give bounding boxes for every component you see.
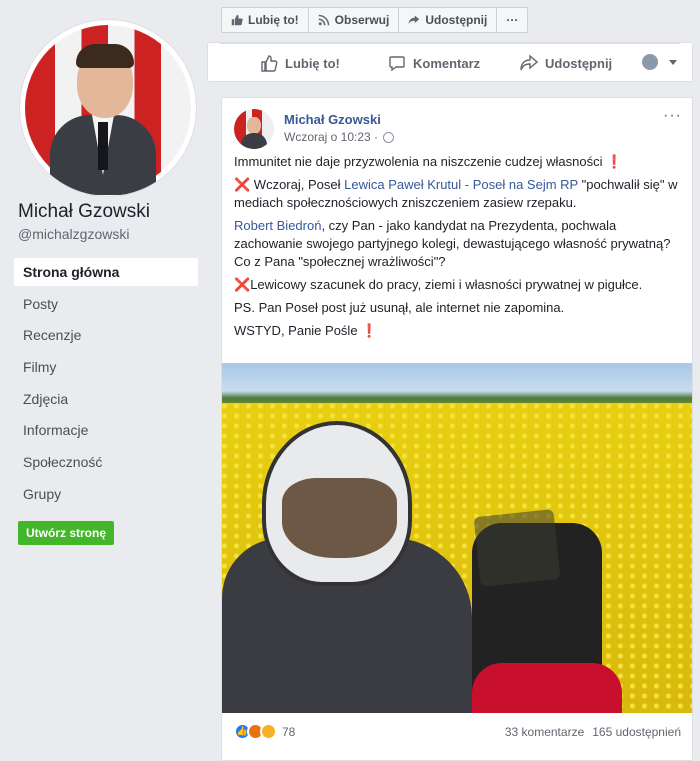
- share-count-link[interactable]: 165 udostępnień: [592, 725, 681, 739]
- exclamation-icon: ❗: [361, 323, 378, 338]
- post-text-line: Immunitet nie daje przyzwolenia na niszc…: [234, 154, 607, 169]
- post-avatar-face: [247, 117, 261, 134]
- cross-mark-icon: ❌: [234, 277, 251, 292]
- toolbar-follow-button[interactable]: Obserwuj: [309, 8, 400, 32]
- post-text-line: Wczoraj, Poseł: [250, 177, 345, 192]
- post-paragraph: Robert Biedroń, czy Pan - jako kandydat …: [234, 217, 682, 271]
- left-column: Michał Gzowski @michalzgzowski Strona gł…: [0, 0, 207, 761]
- toolbar-more-button[interactable]: ···: [497, 8, 527, 32]
- exclamation-icon: ❗: [606, 154, 623, 169]
- avatar-hair: [76, 44, 134, 68]
- photo-motorcycle-tank: [472, 663, 622, 713]
- reaction-summary[interactable]: 👍 78: [234, 723, 295, 740]
- share-arrow-icon: [409, 15, 420, 25]
- like-thumb-icon: [261, 55, 278, 72]
- caret-down-icon: [669, 59, 677, 65]
- profile-handle[interactable]: @michalzgzowski: [18, 226, 129, 242]
- comment-count-link[interactable]: 33 komentarze: [505, 725, 584, 739]
- action-like-button[interactable]: Lubię to!: [260, 54, 340, 72]
- post-as-selector[interactable]: [642, 54, 677, 70]
- post-counts: 33 komentarze 165 udostępnień: [505, 725, 681, 739]
- post-card: Michał Gzowski Wczoraj o 10:23 · ··· Imm…: [221, 97, 693, 761]
- nav-item-home[interactable]: Strona główna: [14, 258, 198, 286]
- nav-item-reviews[interactable]: Recenzje: [14, 321, 198, 349]
- nav-item-videos[interactable]: Filmy: [14, 353, 198, 381]
- action-share-button[interactable]: Udostępnij: [520, 54, 612, 72]
- post-text-line: Lewicowy szacunek do pracy, ziemi i włas…: [250, 277, 643, 292]
- reaction-count: 78: [282, 724, 296, 739]
- photo-windshield: [473, 509, 561, 587]
- post-timestamp[interactable]: Wczoraj o 10:23 ·: [284, 130, 395, 144]
- mention-link[interactable]: Robert Biedroń: [234, 218, 321, 233]
- nav-item-community[interactable]: Społeczność: [14, 448, 198, 476]
- post-paragraph: WSTYD, Panie Pośle ❗: [234, 322, 682, 340]
- profile-avatar[interactable]: [20, 20, 196, 196]
- page-nav: Strona główna Posty Recenzje Filmy Zdjęc…: [14, 258, 198, 512]
- globe-icon: [383, 131, 395, 143]
- cross-mark-icon: ❌: [234, 177, 251, 192]
- nav-item-photos[interactable]: Zdjęcia: [14, 385, 198, 413]
- create-page-button[interactable]: Utwórz stronę: [18, 521, 115, 545]
- mention-link[interactable]: Lewica Paweł Krutul - Poseł na Sejm RP: [344, 177, 578, 192]
- toolbar-share-button[interactable]: Udostępnij: [399, 8, 498, 32]
- post-text-line: WSTYD, Panie Pośle: [234, 323, 362, 338]
- nav-item-posts[interactable]: Posty: [14, 290, 198, 318]
- toolbar-follow-label: Obserwuj: [334, 13, 390, 27]
- action-like-label: Lubię to!: [285, 55, 340, 71]
- post-paragraph: Immunitet nie daje przyzwolenia na niszc…: [234, 153, 682, 171]
- rss-icon: [318, 14, 329, 26]
- toolbar-like-button[interactable]: Lubię to!: [222, 8, 309, 32]
- post-photo[interactable]: [222, 363, 692, 713]
- action-comment-label: Komentarz: [413, 55, 481, 71]
- toolbar-share-label: Udostępnij: [425, 13, 488, 27]
- wow-reaction-icon: [260, 723, 277, 740]
- comment-bubble-icon: [389, 56, 405, 72]
- post-paragraph: PS. Pan Poseł post już usunął, ale inter…: [234, 299, 682, 317]
- like-thumb-icon: [231, 14, 243, 26]
- post-author-name[interactable]: Michał Gzowski: [284, 112, 381, 127]
- avatar-tie: [98, 122, 108, 170]
- page-action-bar: Lubię to! Komentarz Udostępnij: [207, 42, 693, 82]
- post-text: Immunitet nie daje przyzwolenia na niszc…: [234, 153, 682, 345]
- post-text-line: PS. Pan Poseł post już usunął, ale inter…: [234, 300, 565, 315]
- toolbar-like-label: Lubię to!: [248, 13, 299, 27]
- nav-item-groups[interactable]: Grupy: [14, 480, 198, 508]
- action-comment-button[interactable]: Komentarz: [388, 54, 480, 72]
- profile-name[interactable]: Michał Gzowski: [18, 201, 150, 223]
- post-paragraph: ❌Lewicowy szacunek do pracy, ziemi i wła…: [234, 276, 682, 294]
- nav-item-about[interactable]: Informacje: [14, 416, 198, 444]
- post-author-avatar[interactable]: [234, 109, 274, 149]
- mini-avatar: [642, 54, 658, 70]
- action-share-label: Udostępnij: [545, 55, 613, 71]
- post-avatar-suit: [241, 133, 267, 149]
- action-bar-inner: Lubię to! Komentarz Udostępnij: [220, 43, 680, 81]
- share-arrow-icon: [520, 54, 538, 71]
- photo-helmet-opening: [282, 478, 397, 558]
- post-time-label: Wczoraj o 10:23 ·: [284, 130, 379, 144]
- post-paragraph: ❌ Wczoraj, Poseł Lewica Paweł Krutul - P…: [234, 176, 682, 212]
- post-options-button[interactable]: ···: [663, 107, 682, 125]
- page-toolbar: Lubię to! Obserwuj Udostępnij ···: [221, 7, 529, 33]
